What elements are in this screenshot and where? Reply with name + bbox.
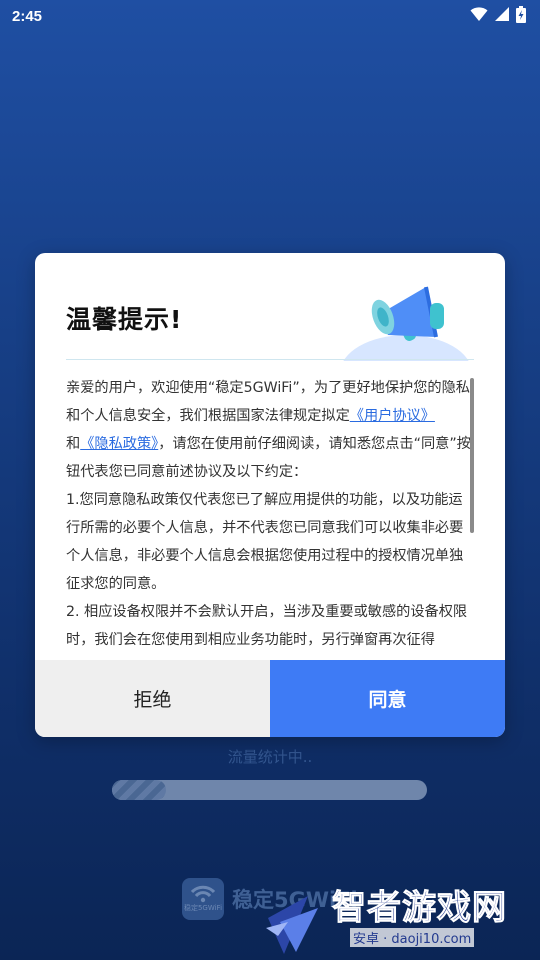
reject-button[interactable]: 拒绝 [35, 660, 270, 737]
wifi-icon [470, 6, 488, 26]
dialog-button-row: 拒绝 同意 [35, 660, 505, 737]
status-time: 2:45 [12, 7, 43, 25]
wifi-logo-icon [190, 885, 216, 903]
status-bar: 2:45 [0, 0, 540, 32]
term-item-2: 2. 相应设备权限并不会默认开启，当涉及重要或敏感的设备权限时，我们会在您使用到… [66, 604, 468, 648]
watermark-title: 智者游戏网 [332, 888, 507, 929]
agreement-content[interactable]: 亲爱的用户，欢迎使用“稳定5GWiFi”，为了更好地保护您的隐私和个人信息安全，… [66, 374, 473, 660]
intro-text-2: 和 [66, 436, 81, 452]
term-item-1: 1.您同意隐私政策仅代表您已了解应用提供的功能，以及功能运行所需的必要个人信息，… [66, 492, 464, 592]
app-logo-caption: 稳定5GWiFi [183, 904, 223, 912]
traffic-progress-fill [112, 780, 166, 800]
watermark-subtitle: 安卓 · daoji10.com [350, 928, 475, 947]
user-agreement-link[interactable]: 《用户协议》 [350, 408, 435, 424]
agree-button[interactable]: 同意 [270, 660, 505, 737]
privacy-dialog: 温馨提示! 亲爱的用户，欢迎使用“稳定5GWiFi”，为了更好地保护您的隐私和个… [35, 253, 505, 737]
app-logo: 稳定5GWiFi [182, 878, 224, 920]
megaphone-icon [343, 286, 469, 361]
battery-icon [516, 5, 526, 27]
cellular-icon [494, 6, 510, 26]
status-icons [470, 5, 526, 27]
dialog-title: 温馨提示! [66, 305, 183, 334]
watermark-text: 智者游戏网 安卓 · daoji10.com [332, 888, 507, 947]
privacy-policy-link[interactable]: 《隐私政策》 [80, 436, 158, 452]
traffic-progress-bar [112, 780, 427, 800]
intro-paragraph: 亲爱的用户，欢迎使用“稳定5GWiFi”，为了更好地保护您的隐私和个人信息安全，… [66, 374, 473, 486]
watermark-logo-icon [266, 896, 318, 954]
traffic-status-text: 流量统计中.. [227, 748, 313, 766]
dialog-divider [66, 359, 474, 360]
site-watermark: 智者游戏网 安卓 · daoji10.com [262, 888, 507, 958]
content-scrollbar[interactable] [470, 378, 474, 533]
